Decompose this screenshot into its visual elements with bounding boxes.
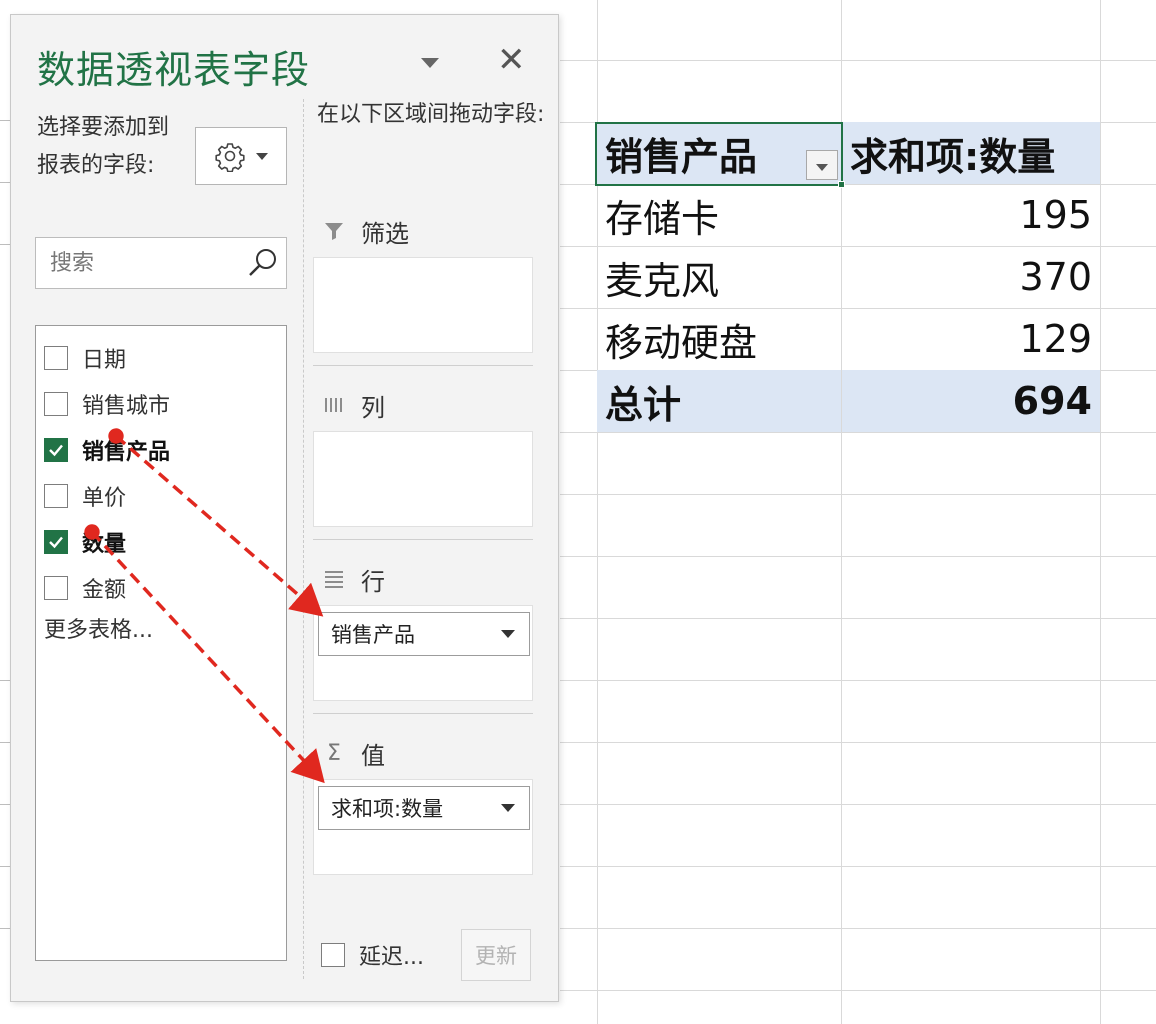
filter-drop-zone[interactable] [313,257,533,353]
pivot-row-label[interactable]: 移动硬盘 [597,308,841,370]
values-field-pill[interactable]: 求和项:数量 [318,786,530,830]
pivot-header-value-label[interactable]: 求和项:数量 [842,122,1100,184]
field-checkbox[interactable] [44,576,68,600]
tools-button[interactable] [195,127,287,185]
chevron-down-icon [421,58,439,68]
pivot-row-label[interactable]: 麦克风 [597,246,841,308]
search-input[interactable] [50,248,240,278]
drag-fields-label: 在以下区域间拖动字段: [317,102,545,127]
field-checkbox[interactable] [44,392,68,416]
chevron-down-icon[interactable] [501,804,515,812]
checkmark-icon [49,444,63,457]
field-list: 日期 销售城市 销售产品 单价 数量 金额 更多表格... [35,325,287,961]
values-drop-zone[interactable]: 求和项:数量 [313,779,533,875]
field-checkbox[interactable] [44,484,68,508]
search-field[interactable] [35,237,287,289]
pivot-row-value[interactable]: 129 [842,308,1100,370]
field-item-sales-product[interactable]: 销售产品 [44,430,170,470]
chevron-down-icon[interactable] [501,630,515,638]
field-checkbox[interactable] [44,346,68,370]
rows-icon [321,568,347,590]
sigma-icon: Σ [327,740,341,766]
choose-fields-label: 选择要添加到报表的字段: [37,115,170,178]
columns-area-header: 列 [321,385,385,425]
gear-icon [215,143,245,172]
values-area-header: Σ 值 [321,733,385,773]
field-item-amount[interactable]: 金额 [44,568,126,608]
pane-options-dropdown[interactable] [417,53,443,73]
pivot-header-row-label[interactable]: 销售产品 [597,122,841,184]
pivot-row-value[interactable]: 370 [842,246,1100,308]
pivot-total-value[interactable]: 694 [842,370,1100,432]
update-button[interactable]: 更新 [461,929,531,981]
pivot-row-label[interactable]: 存储卡 [597,184,841,246]
filter-area-header: 筛选 [321,211,409,251]
fill-handle[interactable] [838,181,845,188]
columns-icon [321,394,347,416]
chevron-down-icon [816,163,828,171]
area-separator [313,539,533,540]
more-tables-link[interactable]: 更多表格... [44,612,153,644]
pane-divider[interactable] [303,99,304,979]
pivot-fields-pane: 数据透视表字段 ✕ 选择要添加到报表的字段: 日期 销售城市 销售产品 [10,14,559,1002]
field-item-unit-price[interactable]: 单价 [44,476,126,516]
rows-field-pill[interactable]: 销售产品 [318,612,530,656]
rows-drop-zone[interactable]: 销售产品 [313,605,533,701]
field-item-quantity[interactable]: 数量 [44,522,126,562]
area-separator [313,713,533,714]
area-separator [313,365,533,366]
field-item-date[interactable]: 日期 [44,338,126,378]
pane-title: 数据透视表字段 [37,48,311,92]
field-checkbox-checked[interactable] [44,530,68,554]
close-icon[interactable]: ✕ [497,43,526,77]
field-checkbox-checked[interactable] [44,438,68,462]
rows-area-header: 行 [321,559,385,599]
search-icon[interactable] [246,246,280,280]
checkmark-icon [49,536,63,549]
pivot-total-label[interactable]: 总计 [597,370,841,432]
defer-update-option[interactable]: 延迟... [321,939,424,971]
field-item-sales-city[interactable]: 销售城市 [44,384,170,424]
defer-update-checkbox[interactable] [321,943,345,967]
pivot-filter-dropdown-button[interactable] [806,150,838,180]
pivot-row-value[interactable]: 195 [842,184,1100,246]
chevron-down-icon [256,152,268,160]
columns-drop-zone[interactable] [313,431,533,527]
filter-icon [321,220,347,242]
